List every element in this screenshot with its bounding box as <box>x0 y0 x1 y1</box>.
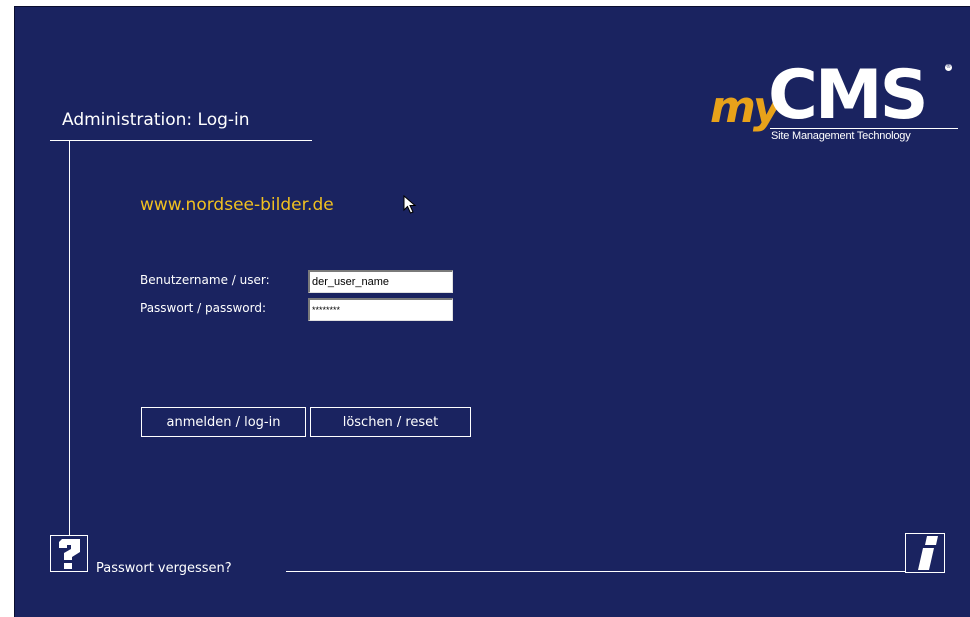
mycms-logo: my CMS ® Site Management Technology <box>708 56 958 144</box>
login-panel: Administration: Log-in my CMS ® Site Man… <box>14 6 970 617</box>
vertical-divider <box>69 140 70 535</box>
password-label: Passwort / password: <box>140 301 267 315</box>
registered-mark: ® <box>945 64 952 71</box>
panel-border-top <box>14 6 970 7</box>
reset-button[interactable]: löschen / reset <box>310 407 471 437</box>
username-label: Benutzername / user: <box>140 273 270 287</box>
site-url: www.nordsee-bilder.de <box>140 195 334 215</box>
logo-tagline-bar <box>770 128 958 129</box>
mouse-cursor-icon <box>403 195 417 214</box>
bottom-divider <box>286 571 906 572</box>
info-icon[interactable] <box>905 533 945 573</box>
logo-tagline: Site Management Technology <box>771 130 911 142</box>
title-underline <box>50 140 312 141</box>
question-icon[interactable] <box>50 535 88 572</box>
username-input[interactable] <box>308 270 453 293</box>
password-input[interactable] <box>308 298 453 321</box>
page-title: Administration: Log-in <box>62 110 250 130</box>
forgot-password-link[interactable]: Passwort vergessen? <box>96 561 232 576</box>
login-button[interactable]: anmelden / log-in <box>141 407 306 437</box>
panel-border-left <box>14 6 15 617</box>
logo-cms-text: CMS <box>768 56 929 135</box>
